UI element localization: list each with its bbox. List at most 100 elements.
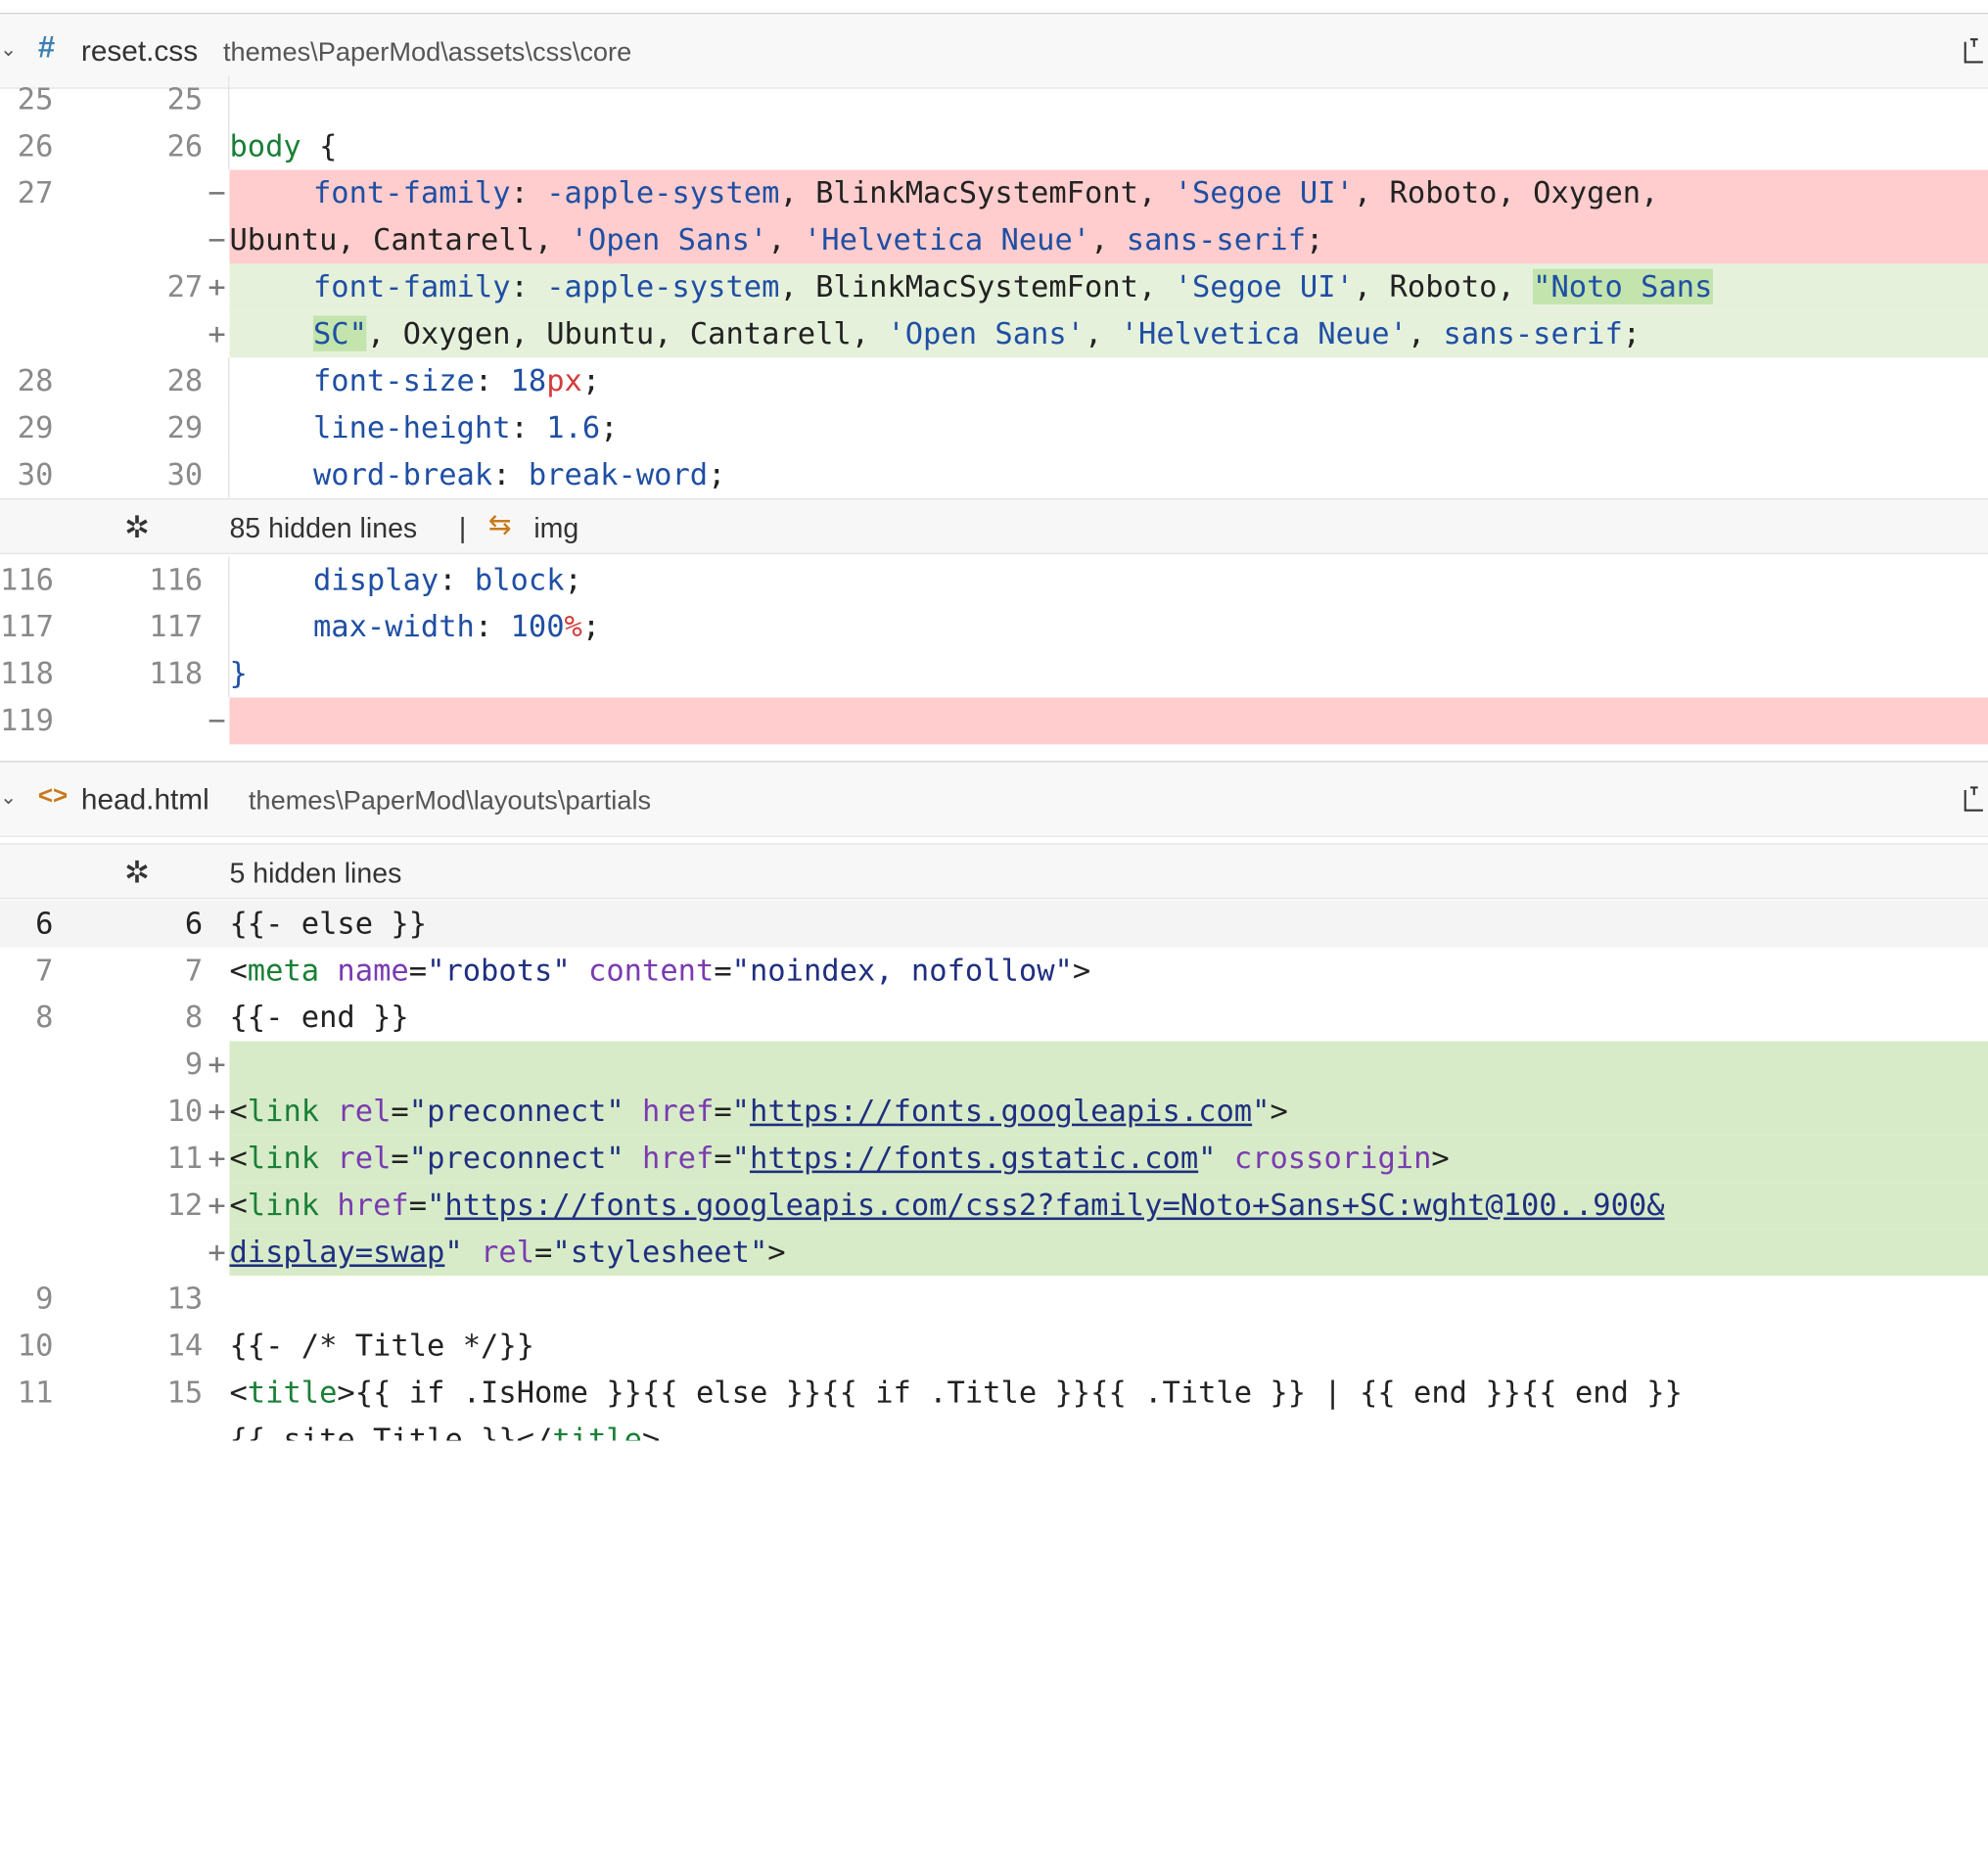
punct: > [767,1234,786,1270]
diff-row: 118 118 } [0,650,1988,698]
old-line-number: 117 [0,608,54,645]
value: , Oxygen, Ubuntu, Cantarell, [366,315,888,351]
value: , Roboto, Oxygen, [1353,174,1659,211]
punct: = [714,1140,732,1176]
code-line[interactable]: <link rel="preconnect" href="https://fon… [229,1094,1988,1129]
file-name[interactable]: reset.css [81,34,198,69]
diff-row: 6 6 {{- else }} [0,900,1988,948]
value: Ubuntu, Cantarell, [229,221,571,257]
added-marker: + [208,1046,226,1082]
punct: ; [1306,221,1324,257]
html-file-icon: <> [37,782,69,811]
tag: link [247,1140,320,1176]
old-line-number: 10 [17,1328,54,1364]
code-line[interactable]: body { [229,128,1988,163]
string: 'Helvetica Neue' [803,221,1091,257]
hidden-lines-band[interactable]: ✲ 85 hidden lines | ⇆ img [0,498,1988,555]
property: max-width [312,608,475,645]
attribute: content [588,952,715,989]
file-name[interactable]: head.html [81,782,209,817]
punct: = [714,1093,732,1129]
attribute: rel [337,1093,392,1129]
code-line[interactable]: <meta name="robots" content="noindex, no… [229,953,1988,988]
new-line-number: 9 [184,1046,204,1082]
code-line[interactable]: word-break: break-word; [313,456,1988,491]
code-line[interactable]: SC", Oxygen, Ubuntu, Cantarell, 'Open Sa… [312,315,1988,351]
hidden-lines-label[interactable]: 85 hidden lines [229,512,417,545]
punct: , [1085,315,1121,351]
gutter-divider [228,603,230,651]
attr-value: "noindex, nofollow" [731,952,1073,989]
code-line[interactable]: display: block; [313,562,1988,597]
code-line[interactable]: font-size: 18px; [313,362,1988,397]
chevron-down-icon[interactable]: ⌄ [0,37,17,63]
value: -apple-system [546,174,780,211]
hidden-lines-band[interactable]: ✲ 5 hidden lines [0,843,1988,900]
old-line-number: 29 [17,409,54,445]
file-header-head-html[interactable]: ⌄ <> head.html themes\PaperMod\layouts\p… [0,761,1988,837]
code-line[interactable]: <title>{{ if .IsHome }}{{ else }}{{ if .… [229,1375,1988,1410]
value: block [474,561,565,598]
code-line[interactable]: max-width: 100%; [313,609,1988,644]
punct: , [1090,221,1127,257]
number: 1.6 [546,409,601,445]
code-line[interactable]: <link href="https://fonts.googleapis.com… [229,1187,1988,1222]
open-file-icon[interactable] [1961,785,1986,813]
diff-row-added: 10 + <link rel="preconnect" href="https:… [0,1088,1988,1136]
hidden-lines-label[interactable]: 5 hidden lines [229,858,401,891]
url-link[interactable]: https://fonts.gstatic.com [750,1140,1198,1175]
diff-row: 117 117 max-width: 100%; [0,603,1988,651]
diff-row-removed: 119 − [0,697,1988,745]
attr-value: "stylesheet" [552,1234,768,1270]
template-code: {{ site.Title }}</ [229,1422,553,1441]
attr-value: "preconnect" [408,1140,624,1176]
old-line-number: 9 [35,1281,54,1317]
new-line-number: 12 [166,1187,204,1223]
code-line[interactable]: Ubuntu, Cantarell, 'Open Sans', 'Helveti… [229,222,1988,257]
symbol-name[interactable]: img [533,512,578,545]
old-line-number: 118 [0,655,54,691]
punct: : [510,268,547,304]
code-line[interactable]: font-family: -apple-system, BlinkMacSyst… [312,268,1988,304]
diff-row-added: 27 + font-family: -apple-system, BlinkMa… [0,263,1988,311]
url-link[interactable]: display=swap [229,1234,444,1269]
code-line[interactable]: {{- else }} [229,906,1988,941]
code-line[interactable]: <link rel="preconnect" href="https://fon… [229,1140,1988,1175]
diff-row: 8 8 {{- end }} [0,995,1988,1042]
punct: , [1407,315,1444,351]
value: , BlinkMacSystemFont, [779,268,1175,304]
punct: : [474,362,511,398]
code-line[interactable]: } [229,656,1988,691]
new-line-number: 8 [184,999,204,1035]
code-line[interactable]: {{- end }} [229,1000,1988,1035]
code-line[interactable]: line-height: 1.6; [313,409,1988,444]
code-line[interactable]: {{- /* Title */}} [229,1328,1988,1363]
open-file-icon[interactable] [1961,37,1986,65]
template-code: {{- else }} [229,905,428,942]
code-line[interactable]: {{ site.Title }}</title> [229,1422,1988,1440]
attribute: crossorigin [1233,1140,1432,1176]
tag: title [247,1375,338,1411]
code-line[interactable]: display=swap" rel="stylesheet"> [229,1234,1988,1269]
attribute: href [642,1093,715,1129]
new-line-number: 15 [166,1375,204,1411]
expand-icon[interactable]: ✲ [124,510,150,547]
old-line-number: 28 [17,362,54,398]
file-path: themes\PaperMod\assets\css\core [222,37,632,68]
brace: { [301,127,338,164]
attribute: rel [481,1234,535,1270]
diff-row-added: 11 + <link rel="preconnect" href="https:… [0,1135,1988,1183]
removed-marker: − [208,174,226,211]
attribute: name [337,952,409,989]
new-line-number: 7 [184,952,204,989]
chevron-down-icon[interactable]: ⌄ [0,785,17,811]
url-link[interactable]: https://fonts.googleapis.com/css2?family… [444,1187,1664,1222]
removed-bg [229,697,1988,745]
punct: : [510,174,547,211]
property: font-family [312,268,511,304]
expand-icon[interactable]: ✲ [124,855,150,892]
code-line[interactable]: font-family: -apple-system, BlinkMacSyst… [313,175,1988,210]
diff-row: {{ site.Title }}</title> [0,1417,1988,1440]
url-link[interactable]: https://fonts.googleapis.com [750,1094,1252,1129]
punct: = [534,1234,553,1270]
